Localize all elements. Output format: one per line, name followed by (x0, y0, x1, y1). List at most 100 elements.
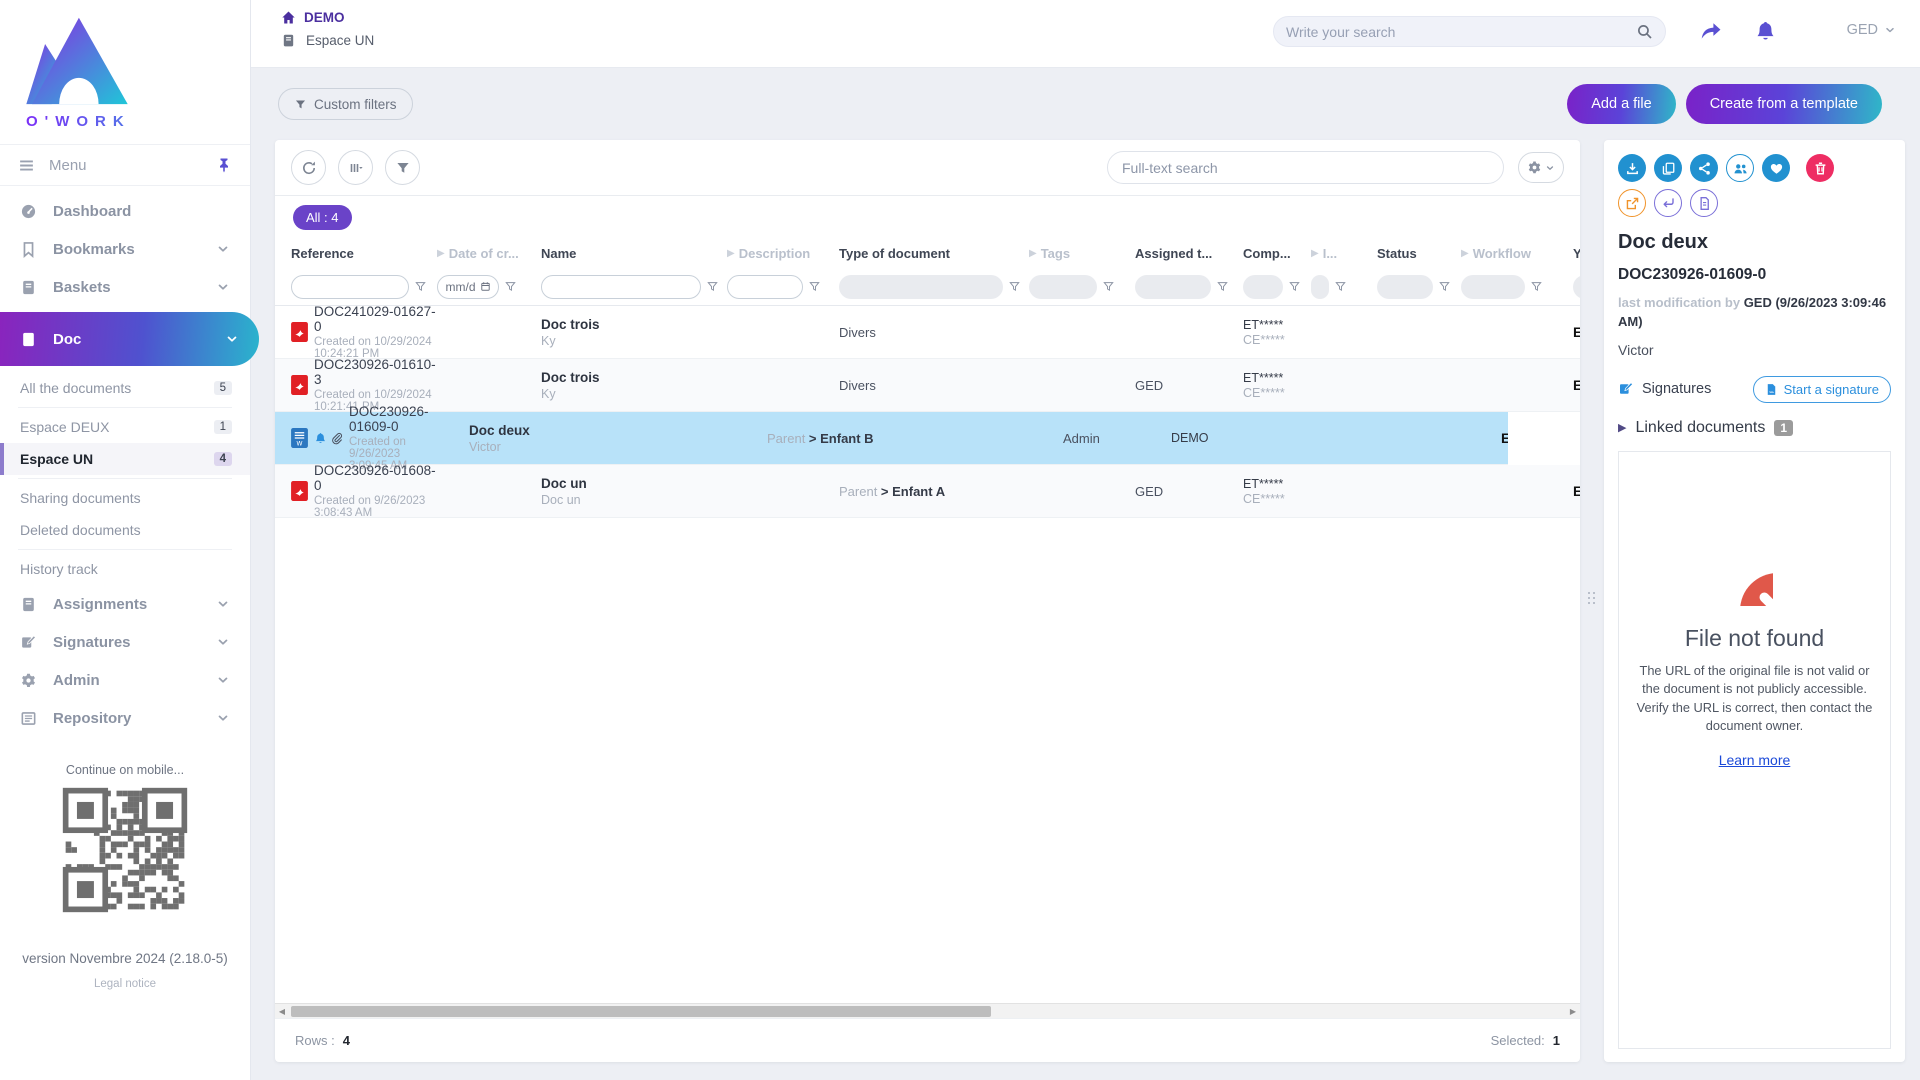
column-header-comp[interactable]: Comp... (1243, 246, 1311, 261)
filter-icon[interactable] (1334, 280, 1347, 293)
filter-icon[interactable] (706, 280, 719, 293)
duplicate-button[interactable] (1654, 154, 1682, 182)
filter-select-y[interactable] (1573, 275, 1580, 299)
favorite-button[interactable] (1762, 154, 1790, 182)
column-expand-icon[interactable]: ▶ (1029, 248, 1037, 259)
columns-button[interactable] (338, 150, 373, 185)
sidebar-item-dashboard[interactable]: Dashboard (0, 192, 250, 230)
column-expand-icon[interactable]: ▶ (727, 248, 735, 259)
sidebar-item-baskets[interactable]: Baskets (0, 268, 250, 306)
user-menu[interactable]: GED (1847, 22, 1896, 38)
sidebar-item-bookmarks[interactable]: Bookmarks (0, 230, 250, 268)
filter-input-name[interactable] (541, 275, 701, 299)
breadcrumb-space[interactable]: Espace UN (281, 33, 374, 48)
filter-select-type[interactable] (839, 275, 1003, 299)
filter-chip-all[interactable]: All : 4 (293, 205, 352, 230)
global-search-input[interactable] (1286, 24, 1636, 40)
column-header-tags[interactable]: ▶Tags (1029, 246, 1135, 261)
column-header-type[interactable]: Type of document (839, 246, 1029, 261)
refresh-button[interactable] (291, 150, 326, 185)
filter-icon[interactable] (1008, 280, 1021, 293)
learn-more-link[interactable]: Learn more (1719, 752, 1791, 768)
scrollbar-thumb[interactable] (291, 1006, 991, 1017)
sidebar-item-assignments[interactable]: Assignments (0, 585, 250, 623)
column-header-workflow[interactable]: ▶Workflow (1461, 246, 1573, 261)
legal-notice-link[interactable]: Legal notice (0, 978, 250, 990)
sidebar-subitem-all-documents[interactable]: All the documents 5 (0, 372, 250, 404)
filter-icon[interactable] (1438, 280, 1451, 293)
filter-select-tags[interactable] (1029, 275, 1097, 299)
filter-select-comp[interactable] (1243, 275, 1283, 299)
action-bar: Custom filters Add a file Create from a … (251, 68, 1920, 140)
sidebar-item-admin[interactable]: Admin (0, 661, 250, 699)
fulltext-search-input[interactable] (1122, 160, 1489, 176)
filter-select-assigned[interactable] (1135, 275, 1211, 299)
column-expand-icon[interactable]: ▶ (1311, 248, 1319, 259)
search-icon[interactable] (1636, 23, 1653, 40)
sidebar-subitem-history-track[interactable]: History track (0, 553, 250, 585)
filter-select-i[interactable] (1311, 275, 1329, 299)
start-signature-button[interactable]: Start a signature (1753, 376, 1891, 403)
filter-input-date[interactable]: mm/d (437, 275, 499, 299)
linked-documents-toggle[interactable]: ▶ Linked documents 1 (1618, 419, 1891, 437)
pin-icon[interactable] (216, 157, 232, 173)
column-expand-icon[interactable]: ▶ (1461, 248, 1469, 259)
sidebar-item-repository[interactable]: Repository (0, 699, 250, 737)
sidebar-item-doc-active[interactable]: Doc (0, 312, 259, 366)
table-settings-button[interactable] (1518, 152, 1564, 183)
open-external-button[interactable] (1618, 189, 1646, 217)
hamburger-icon[interactable] (18, 157, 35, 174)
scrollbar-track[interactable] (289, 1006, 1566, 1017)
share-icon[interactable] (1699, 20, 1723, 44)
sidebar-subitem-espace-un[interactable]: Espace UN 4 (0, 443, 250, 475)
filter-icon[interactable] (1530, 280, 1543, 293)
custom-filters-button[interactable]: Custom filters (278, 88, 413, 120)
filter-icon[interactable] (1216, 280, 1229, 293)
filter-select-workflow[interactable] (1461, 275, 1525, 299)
table-filter-row: mm/d (275, 268, 1580, 306)
filter-button[interactable] (385, 150, 420, 185)
download-button[interactable] (1618, 154, 1646, 182)
table-row[interactable]: DOC241029-01627-0 Created on 10/29/2024 … (275, 306, 1580, 359)
table-row[interactable]: DOC230926-01608-0 Created on 9/26/2023 3… (275, 465, 1580, 518)
filter-icon[interactable] (808, 280, 821, 293)
column-header-status[interactable]: Status (1377, 246, 1461, 261)
column-header-assigned[interactable]: Assigned t... (1135, 246, 1243, 261)
share-button[interactable] (1690, 154, 1718, 182)
filter-input-description[interactable] (727, 275, 803, 299)
horizontal-scrollbar[interactable]: ◀ ▶ (275, 1003, 1580, 1018)
column-header-reference[interactable]: Reference (291, 246, 437, 261)
column-header-date[interactable]: ▶Date of cr... (437, 246, 541, 261)
panel-resize-handle[interactable] (1588, 592, 1596, 618)
filter-icon[interactable] (504, 280, 517, 293)
sidebar-subitem-sharing-documents[interactable]: Sharing documents (0, 482, 250, 514)
sidebar-item-signatures[interactable]: Signatures (0, 623, 250, 661)
sidebar-subitem-espace-deux[interactable]: Espace DEUX 1 (0, 411, 250, 443)
preview-document-button[interactable] (1690, 189, 1718, 217)
filter-icon[interactable] (1102, 280, 1115, 293)
column-header-description[interactable]: ▶Description (727, 246, 839, 261)
create-from-template-button[interactable]: Create from a template (1686, 84, 1882, 124)
sidebar-subitem-deleted-documents[interactable]: Deleted documents (0, 514, 250, 546)
filter-icon[interactable] (1288, 280, 1301, 293)
return-button[interactable] (1654, 189, 1682, 217)
delete-button[interactable] (1806, 154, 1834, 182)
scroll-right-icon[interactable]: ▶ (1566, 1007, 1580, 1016)
column-header-y[interactable]: Y (1573, 246, 1580, 261)
filter-icon[interactable] (414, 280, 427, 293)
filter-select-status[interactable] (1377, 275, 1433, 299)
column-header-name[interactable]: Name (541, 246, 727, 261)
sidebar-item-label: Signatures (53, 634, 216, 651)
manage-users-button[interactable] (1726, 154, 1754, 182)
table-row-selected[interactable]: DOC230926-01609-0 Created on 9/26/2023 3… (275, 412, 1508, 465)
breadcrumb-root[interactable]: DEMO (281, 10, 374, 25)
filter-input-reference[interactable] (291, 275, 409, 299)
column-header-i[interactable]: ▶I... (1311, 246, 1377, 261)
scroll-left-icon[interactable]: ◀ (275, 1007, 289, 1016)
table-row[interactable]: DOC230926-01610-3 Created on 10/29/2024 … (275, 359, 1580, 412)
document-title: Doc deux (1618, 231, 1891, 254)
bell-icon[interactable] (1754, 20, 1777, 43)
column-expand-icon[interactable]: ▶ (437, 248, 445, 259)
add-file-button[interactable]: Add a file (1567, 84, 1675, 124)
doc-comp-1: ET***** (1243, 477, 1311, 491)
